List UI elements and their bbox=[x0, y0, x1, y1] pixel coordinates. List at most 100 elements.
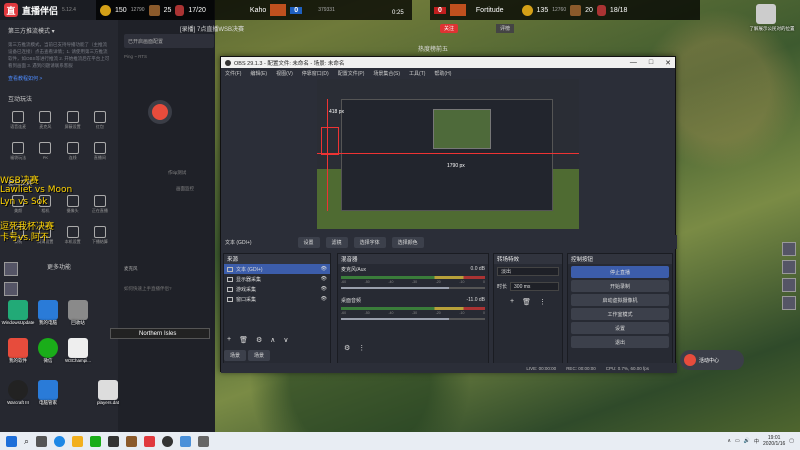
folder-icon[interactable] bbox=[72, 435, 84, 447]
interact-item[interactable]: 屏蔽设置 bbox=[61, 111, 85, 139]
top-right-app-icon[interactable] bbox=[756, 4, 776, 24]
gear-icon[interactable]: ⚙ bbox=[344, 344, 350, 352]
source-props-icon[interactable]: ⚙ bbox=[256, 336, 262, 344]
interact-item[interactable]: 连线 bbox=[61, 142, 85, 170]
desktop-icon[interactable]: 回收站 bbox=[64, 300, 92, 326]
menu-file[interactable]: 文件(F) bbox=[225, 70, 241, 77]
menu-scene-collection[interactable]: 场景集合(S) bbox=[373, 70, 400, 77]
volume-slider[interactable] bbox=[341, 287, 485, 289]
interact-item[interactable]: 直播间 bbox=[88, 142, 112, 170]
volume-slider[interactable] bbox=[341, 318, 485, 320]
game-taskbar-icon[interactable] bbox=[126, 435, 138, 447]
mode-selector[interactable]: 第三方推流模式 ▾ bbox=[0, 20, 118, 41]
move-up-icon[interactable]: ∧ bbox=[270, 336, 275, 344]
menu-profile[interactable]: 配置文件(P) bbox=[338, 70, 365, 77]
volume-icon[interactable]: 🔊 bbox=[744, 438, 750, 444]
learn-more-link[interactable]: 查看教程如何 > bbox=[0, 75, 118, 82]
hero-portrait[interactable] bbox=[782, 260, 796, 274]
chevron-up-icon[interactable]: ∧ bbox=[727, 438, 731, 444]
desktop-icon[interactable]: 微信 bbox=[34, 338, 62, 364]
desktop-icon[interactable]: Warcraft III bbox=[4, 380, 32, 405]
interact-item[interactable]: PK bbox=[33, 142, 57, 170]
hero-portrait[interactable] bbox=[782, 242, 796, 256]
desktop-icon[interactable]: 我的电脑 bbox=[34, 300, 62, 326]
tool-item[interactable]: 正在直播 bbox=[88, 195, 112, 223]
menu-tools[interactable]: 工具(T) bbox=[409, 70, 425, 77]
chat-hint[interactable]: 如何快速上手直播伴侣? bbox=[124, 286, 172, 292]
source-settings-button[interactable]: 设置 bbox=[297, 236, 320, 248]
menu-edit[interactable]: 编辑(E) bbox=[250, 70, 267, 77]
hero-portrait[interactable] bbox=[4, 282, 18, 296]
source-item[interactable]: 显示器采集 👁 bbox=[224, 274, 330, 284]
transition-select[interactable]: 淡出 bbox=[497, 267, 559, 276]
desktop-icon[interactable]: W3Champi... bbox=[64, 338, 92, 363]
menu-docks[interactable]: 停靠窗口(D) bbox=[302, 70, 329, 77]
rank-button[interactable]: 评榜 bbox=[496, 24, 515, 33]
source-item[interactable]: 文本 (GDI+) 👁 bbox=[224, 264, 330, 274]
source-filters-button[interactable]: 滤镜 bbox=[325, 236, 348, 248]
record-button[interactable] bbox=[148, 100, 172, 124]
hero-portrait[interactable] bbox=[782, 278, 796, 292]
network-icon[interactable]: ▭ bbox=[735, 438, 740, 444]
tool-item[interactable]: 本机设置 bbox=[61, 226, 85, 254]
tab-scenes[interactable]: 场景 bbox=[224, 350, 247, 361]
eye-icon[interactable]: 👁 bbox=[321, 296, 327, 302]
interact-item[interactable]: 福袋玩法 bbox=[6, 142, 30, 170]
hero-portrait[interactable] bbox=[782, 296, 796, 310]
hero-portrait[interactable] bbox=[4, 262, 18, 276]
warcraft-taskbar-icon[interactable] bbox=[108, 435, 120, 447]
clock[interactable]: 19:01 2020/1/16 bbox=[763, 435, 785, 447]
selected-source-box[interactable] bbox=[321, 127, 339, 155]
interact-item[interactable]: 红包 bbox=[88, 111, 112, 139]
search-icon[interactable]: ⌕ bbox=[24, 436, 29, 447]
studio-mode-button[interactable]: 工作室模式 bbox=[571, 308, 669, 320]
maximize-icon[interactable]: □ bbox=[649, 59, 653, 67]
eye-icon[interactable]: 👁 bbox=[321, 286, 327, 292]
eye-icon[interactable]: 👁 bbox=[321, 276, 327, 282]
obs-preview[interactable]: 418 px 1790 px bbox=[317, 79, 579, 229]
eye-icon[interactable]: 👁 bbox=[321, 266, 327, 272]
wechat-taskbar-icon[interactable] bbox=[90, 435, 102, 447]
interact-item[interactable]: 语音连麦 bbox=[6, 111, 30, 139]
source-item[interactable]: 游戏采集 👁 bbox=[224, 284, 330, 294]
follow-button[interactable]: 关注 bbox=[440, 24, 459, 33]
select-color-button[interactable]: 选择颜色 bbox=[391, 236, 424, 248]
add-transition-icon[interactable]: + bbox=[510, 298, 514, 306]
notification-icon[interactable]: ▢ bbox=[789, 438, 794, 444]
tab-sources[interactable]: 场景 bbox=[248, 350, 271, 361]
edge-icon[interactable] bbox=[54, 435, 66, 447]
companion-taskbar-icon[interactable] bbox=[144, 435, 156, 447]
app-taskbar-icon[interactable] bbox=[180, 435, 192, 447]
task-view-icon[interactable] bbox=[36, 435, 48, 447]
start-recording-button[interactable]: 开始录制 bbox=[571, 280, 669, 292]
virtual-camera-button[interactable]: 启动虚拟摄像机 bbox=[571, 294, 669, 306]
desktop-icon[interactable]: 电脑管家 bbox=[34, 380, 62, 406]
desktop-icon[interactable]: 我的软件 bbox=[4, 338, 32, 364]
add-source-icon[interactable]: + bbox=[227, 336, 231, 344]
menu-view[interactable]: 视图(V) bbox=[276, 70, 293, 77]
remove-transition-icon[interactable]: 🗑 bbox=[522, 298, 531, 306]
app-taskbar-icon[interactable] bbox=[198, 435, 210, 447]
select-font-button[interactable]: 选择字体 bbox=[353, 236, 386, 248]
duration-input[interactable]: 300 ms bbox=[510, 282, 559, 291]
more-icon[interactable]: ⋮ bbox=[358, 344, 365, 352]
exit-button[interactable]: 退出 bbox=[571, 336, 669, 348]
desktop-icon[interactable]: players.dat bbox=[94, 380, 122, 405]
minimize-icon[interactable]: — bbox=[630, 59, 637, 67]
start-icon[interactable] bbox=[6, 435, 17, 447]
interact-item[interactable]: 麦克风 bbox=[33, 111, 57, 139]
more-icon[interactable]: ⋮ bbox=[539, 298, 546, 306]
tool-item[interactable]: 下播结算 bbox=[88, 226, 112, 254]
activity-center-badge[interactable]: 活动中心 bbox=[680, 350, 744, 370]
menu-help[interactable]: 帮助(H) bbox=[434, 70, 451, 77]
move-down-icon[interactable]: ∨ bbox=[283, 336, 288, 344]
obs-taskbar-icon[interactable] bbox=[162, 435, 174, 447]
remove-source-icon[interactable]: 🗑 bbox=[239, 336, 248, 344]
stop-streaming-button[interactable]: 停止直播 bbox=[571, 266, 669, 278]
settings-button[interactable]: 设置 bbox=[571, 322, 669, 334]
tool-item[interactable]: 摄像头 bbox=[61, 195, 85, 223]
desktop-icon[interactable]: WindowsUpdate bbox=[2, 300, 34, 325]
source-item[interactable]: 窗口采集 👁 bbox=[224, 294, 330, 304]
close-icon[interactable]: ✕ bbox=[665, 59, 671, 67]
input-language[interactable]: 中 bbox=[754, 438, 759, 445]
